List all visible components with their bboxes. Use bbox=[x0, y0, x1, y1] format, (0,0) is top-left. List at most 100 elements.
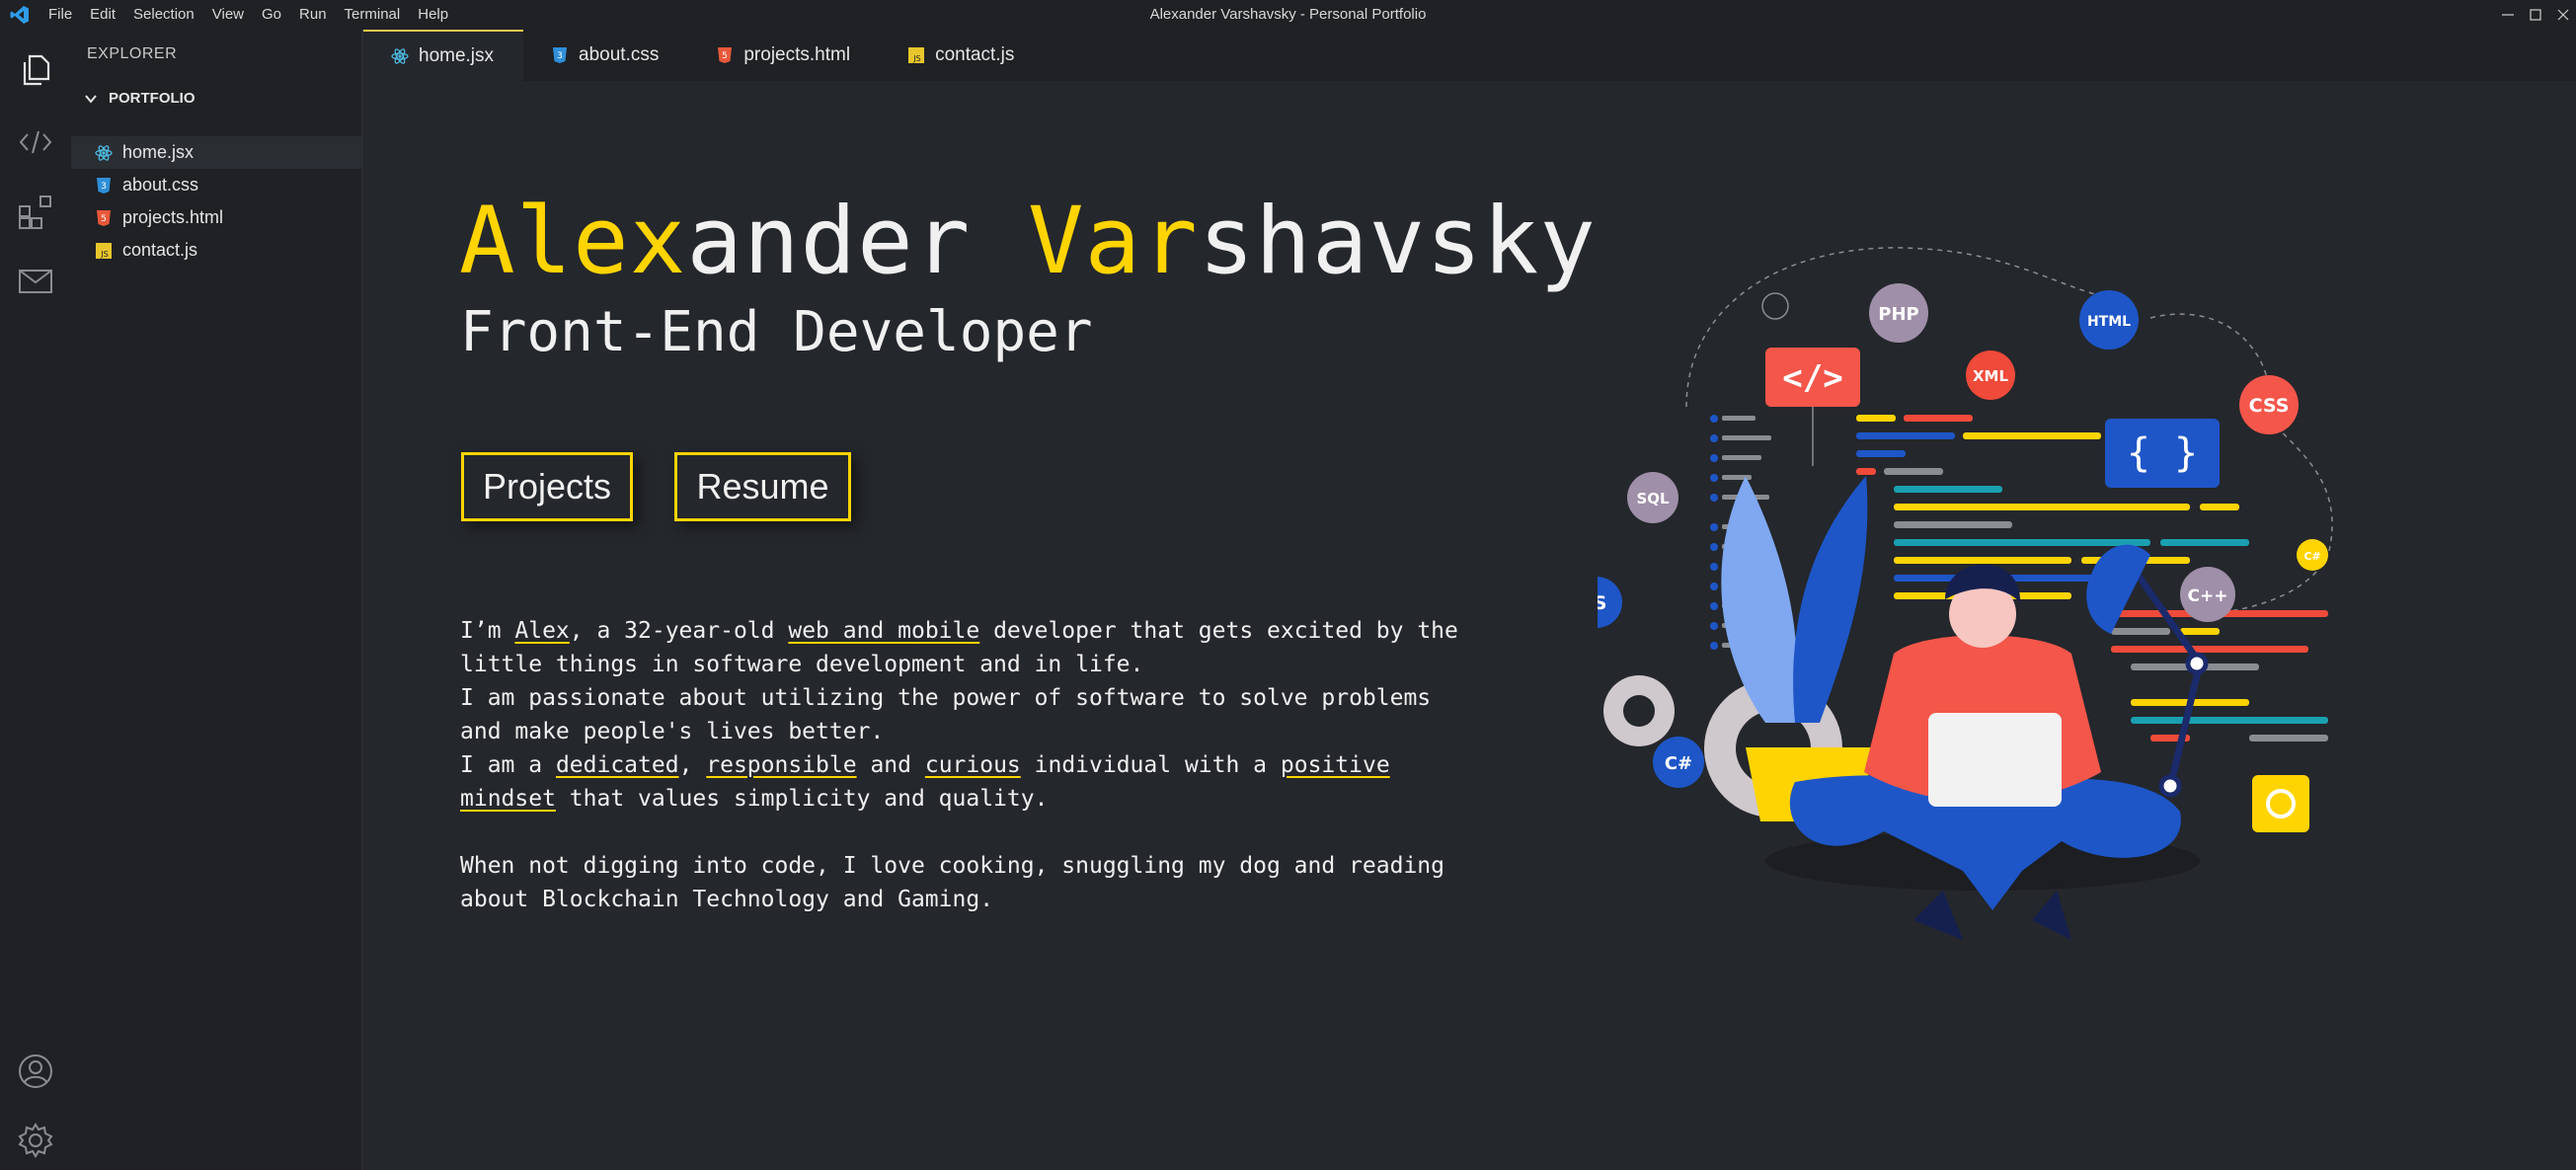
tab-label: home.jsx bbox=[419, 45, 495, 66]
tab-about-css[interactable]: 3 about.css bbox=[523, 30, 688, 81]
svg-text:C#: C# bbox=[1665, 753, 1692, 774]
badge-csharp: C# bbox=[1653, 737, 1704, 788]
bio-paragraph-4: When not digging into code, I love cooki… bbox=[460, 853, 1444, 912]
svg-text:JS: JS bbox=[100, 250, 108, 259]
badge-cpp: C++ bbox=[2180, 567, 2235, 622]
file-home-jsx[interactable]: home.jsx bbox=[71, 136, 361, 169]
braces-label: { } bbox=[2127, 430, 2198, 476]
svg-text:JS: JS bbox=[1598, 592, 1606, 614]
explorer-sidebar: EXPLORER PORTFOLIO home.jsx 3 about.css … bbox=[71, 30, 363, 1170]
account-icon[interactable] bbox=[11, 1047, 60, 1096]
menu-go[interactable]: Go bbox=[253, 0, 290, 30]
menu-file[interactable]: File bbox=[39, 0, 81, 30]
badge-css: CSS bbox=[2239, 375, 2299, 434]
bio-highlight: web and mobile bbox=[788, 618, 980, 644]
activity-bar bbox=[0, 30, 71, 1170]
developer-illustration: </> { } PHP HTML XML CSS SQL JS C++ C# C… bbox=[1598, 247, 2333, 940]
bio-paragraph-3: I am a dedicated, responsible and curiou… bbox=[460, 748, 1467, 816]
react-icon bbox=[391, 47, 409, 65]
editor-tabs: home.jsx 3 about.css 5 projects.html JS … bbox=[363, 30, 2576, 81]
tab-label: contact.js bbox=[935, 44, 1015, 65]
file-about-css[interactable]: 3 about.css bbox=[71, 169, 361, 201]
tab-contact-js[interactable]: JS contact.js bbox=[880, 30, 1044, 81]
tab-label: about.css bbox=[579, 44, 660, 65]
svg-text:5: 5 bbox=[722, 51, 728, 61]
explorer-title: EXPLORER bbox=[87, 45, 178, 62]
resume-button[interactable]: Resume bbox=[674, 452, 851, 521]
file-projects-html[interactable]: 5 projects.html bbox=[71, 201, 361, 234]
badge-csharp-small: C# bbox=[2297, 539, 2328, 571]
badge-php: PHP bbox=[1869, 283, 1928, 343]
chevron-down-icon bbox=[85, 94, 97, 104]
bio-highlight: responsible bbox=[706, 752, 857, 778]
menu-run[interactable]: Run bbox=[290, 0, 336, 30]
menu-help[interactable]: Help bbox=[409, 0, 457, 30]
page-title: Alexander Varshavsky bbox=[459, 188, 1597, 296]
menu-terminal[interactable]: Terminal bbox=[336, 0, 410, 30]
react-icon bbox=[95, 144, 113, 162]
folder-portfolio[interactable]: PORTFOLIO bbox=[83, 90, 195, 107]
name-highlight: Alex bbox=[459, 188, 687, 295]
code-icon[interactable] bbox=[11, 117, 60, 167]
maximize-icon[interactable] bbox=[2523, 0, 2548, 30]
svg-text:HTML: HTML bbox=[2087, 314, 2131, 330]
bio-paragraph-2: I am passionate about utilizing the powe… bbox=[460, 685, 1432, 744]
name-part: ander bbox=[686, 188, 1028, 295]
editor-area: Alexander Varshavsky Front-End Developer… bbox=[363, 81, 2576, 1170]
bio-text-segment: individual with a bbox=[1020, 752, 1281, 778]
vscode-logo-icon bbox=[0, 0, 39, 30]
mail-icon[interactable] bbox=[11, 257, 60, 306]
bio-highlight: dedicated bbox=[555, 752, 679, 778]
badge-sql: SQL bbox=[1627, 472, 1678, 523]
js-icon: JS bbox=[907, 46, 925, 64]
name-part: shavsky bbox=[1198, 188, 1597, 295]
close-icon[interactable] bbox=[2550, 0, 2576, 30]
bio-text-segment: , a 32-year-old bbox=[569, 618, 789, 644]
svg-text:XML: XML bbox=[1973, 367, 2008, 385]
file-label: home.jsx bbox=[122, 142, 195, 162]
minimize-icon[interactable] bbox=[2495, 0, 2521, 30]
badge-xml: XML bbox=[1966, 351, 2015, 400]
file-label: contact.js bbox=[122, 240, 198, 260]
menu-edit[interactable]: Edit bbox=[81, 0, 124, 30]
name-highlight: Var bbox=[1027, 188, 1199, 295]
svg-text:5: 5 bbox=[101, 214, 107, 224]
css-icon: 3 bbox=[551, 46, 569, 64]
bio-highlight: Alex bbox=[514, 618, 570, 644]
menu-selection[interactable]: Selection bbox=[124, 0, 203, 30]
files-icon[interactable] bbox=[11, 45, 60, 95]
badge-js: JS bbox=[1598, 577, 1622, 628]
svg-text:3: 3 bbox=[557, 51, 563, 61]
page-subtitle: Front-End Developer bbox=[460, 300, 1093, 364]
svg-text:CSS: CSS bbox=[2249, 395, 2290, 417]
folder-label: PORTFOLIO bbox=[109, 90, 195, 107]
tab-home-jsx[interactable]: home.jsx bbox=[363, 30, 524, 81]
menu-view[interactable]: View bbox=[203, 0, 253, 30]
title-bar: File Edit Selection View Go Run Terminal… bbox=[0, 0, 2576, 30]
bio-text-segment: I’m bbox=[460, 618, 515, 644]
badge-html: HTML bbox=[2079, 290, 2139, 350]
projects-button[interactable]: Projects bbox=[461, 452, 633, 521]
extensions-icon[interactable] bbox=[11, 188, 60, 237]
code-tag-label: </> bbox=[1782, 358, 1842, 398]
css-icon: 3 bbox=[95, 177, 113, 195]
tab-projects-html[interactable]: 5 projects.html bbox=[688, 30, 880, 81]
html-icon: 5 bbox=[95, 209, 113, 227]
bio-text-segment: I am a bbox=[460, 752, 556, 778]
svg-text:C++: C++ bbox=[2188, 586, 2228, 606]
bio-text-segment: that values simplicity and quality. bbox=[555, 786, 1049, 812]
file-label: projects.html bbox=[122, 207, 224, 227]
svg-text:PHP: PHP bbox=[1878, 304, 1918, 325]
js-icon: JS bbox=[95, 242, 113, 260]
svg-text:SQL: SQL bbox=[1636, 490, 1670, 507]
svg-text:C#: C# bbox=[2303, 550, 2320, 563]
tab-label: projects.html bbox=[743, 44, 851, 65]
html-icon: 5 bbox=[716, 46, 734, 64]
bio-text: I’m Alex, a 32-year-old web and mobile d… bbox=[460, 614, 1467, 916]
bio-text-segment: , bbox=[678, 752, 707, 778]
gear-icon[interactable] bbox=[11, 1116, 60, 1165]
svg-text:3: 3 bbox=[101, 182, 107, 192]
bio-paragraph-1: I’m Alex, a 32-year-old web and mobile d… bbox=[460, 614, 1467, 681]
file-contact-js[interactable]: JS contact.js bbox=[71, 234, 361, 267]
svg-text:JS: JS bbox=[912, 54, 920, 63]
